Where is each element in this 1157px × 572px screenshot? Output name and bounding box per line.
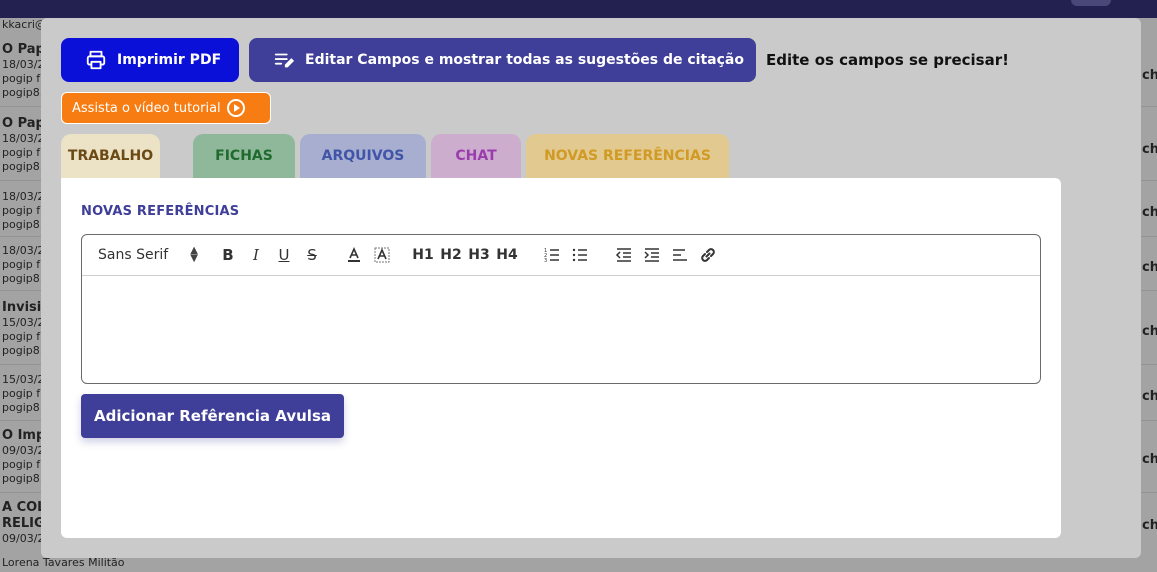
italic-icon[interactable]: I — [246, 245, 266, 265]
edit-hint: Edite os campos se precisar! — [766, 51, 1009, 69]
editor-toolbar: Sans Serif ▲ ▼ B I U S H1 H2 H3 H4 12 3 — [82, 235, 1040, 276]
background-fragment: ch — [1142, 518, 1157, 533]
add-reference-button[interactable]: Adicionar Refêrencia Avulsa — [81, 394, 344, 438]
edit-fields-button[interactable]: Editar Campos e mostrar todas as sugestõ… — [249, 38, 756, 82]
editor-content[interactable] — [82, 276, 1040, 383]
h4-icon[interactable]: H4 — [496, 245, 518, 265]
background-fragment: ch — [1142, 68, 1157, 83]
background-fragment: ch — [1142, 389, 1157, 404]
background-color-icon[interactable] — [372, 245, 392, 265]
print-pdf-button[interactable]: Imprimir PDF — [61, 38, 239, 82]
svg-text:3: 3 — [544, 258, 547, 264]
printer-icon — [85, 49, 107, 71]
bullet-list-icon[interactable] — [570, 245, 590, 265]
list-item: O Pap 18/03/2 pogip f pogip8. — [2, 116, 45, 173]
list-item: 18/03/2 pogip f pogip8. — [2, 244, 45, 285]
link-icon[interactable] — [698, 245, 718, 265]
indent-icon[interactable] — [642, 245, 662, 265]
tab-fichas[interactable]: FICHAS — [193, 134, 295, 178]
list-item: 18/03/2 pogip f pogip8. — [2, 190, 45, 231]
list-item: O Imp 09/03/2 pogip f pogip8. — [2, 428, 46, 485]
background-fragment: ch — [1142, 260, 1157, 275]
align-icon[interactable] — [670, 245, 690, 265]
background-fragment: ch — [1142, 205, 1157, 220]
list-item: Invisil 15/03/2 pogip f pogip8. — [2, 300, 46, 357]
video-tutorial-label: Assista o vídeo tutorial — [72, 100, 221, 116]
modal-dialog: Imprimir PDF Editar Campos e mostrar tod… — [41, 18, 1141, 558]
tab-arquivos[interactable]: ARQUIVOS — [300, 134, 426, 178]
background-fragment: ch — [1142, 452, 1157, 467]
video-tutorial-button[interactable]: Assista o vídeo tutorial — [61, 92, 271, 124]
ordered-list-icon[interactable]: 123 — [542, 245, 562, 265]
background-email: kkacri@ — [2, 18, 46, 31]
list-item: A COL RELIG 09/03/2 — [2, 500, 46, 545]
edit-note-icon — [273, 49, 295, 71]
edit-fields-label: Editar Campos e mostrar todas as sugestõ… — [305, 52, 744, 68]
list-item: O Pap 18/03/2 pogip f pogip8. — [2, 42, 45, 99]
select-arrows-icon: ▲ ▼ — [190, 245, 198, 264]
font-select[interactable]: Sans Serif ▲ ▼ — [98, 245, 198, 265]
background-fragment: ch — [1142, 142, 1157, 157]
rich-text-editor: Sans Serif ▲ ▼ B I U S H1 H2 H3 H4 12 3 — [81, 234, 1041, 384]
print-pdf-label: Imprimir PDF — [117, 52, 222, 68]
bold-icon[interactable]: B — [218, 245, 238, 265]
underline-icon[interactable]: U — [274, 245, 294, 265]
panel-title: NOVAS REFERÊNCIAS — [81, 204, 240, 219]
h3-icon[interactable]: H3 — [468, 245, 490, 265]
topbar-avatar — [1071, 0, 1111, 6]
tab-panel: NOVAS REFERÊNCIAS Sans Serif ▲ ▼ B I U S … — [61, 178, 1061, 538]
text-color-icon[interactable] — [344, 245, 364, 265]
strikethrough-icon[interactable]: S — [302, 245, 322, 265]
h1-icon[interactable]: H1 — [412, 245, 434, 265]
play-icon — [226, 99, 245, 117]
tab-trabalho[interactable]: TRABALHO — [61, 134, 160, 178]
h2-icon[interactable]: H2 — [440, 245, 462, 265]
tab-novas-referencias[interactable]: NOVAS REFERÊNCIAS — [526, 134, 729, 178]
font-select-value: Sans Serif — [98, 247, 169, 263]
list-item: 15/03/2 pogip f pogip8. — [2, 373, 45, 414]
outdent-icon[interactable] — [614, 245, 634, 265]
tab-chat[interactable]: CHAT — [431, 134, 521, 178]
background-fragment: ch — [1142, 324, 1157, 339]
background-topbar — [0, 0, 1157, 18]
